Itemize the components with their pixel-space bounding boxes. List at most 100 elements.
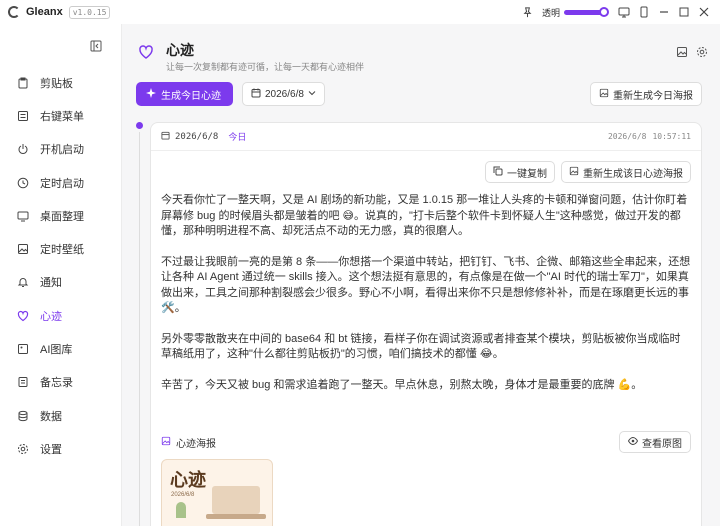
minimize-icon[interactable] (654, 2, 674, 22)
image-icon (569, 166, 579, 179)
sidebar-item-ai-gallery[interactable]: AI图库 (8, 332, 114, 365)
sidebar: 剪贴板 右键菜单 开机启动 定时启动 桌面整理 定时壁纸 通知 心迹 AI图库 … (0, 24, 122, 526)
timeline-dot (136, 122, 143, 129)
regenerate-today-poster-button[interactable]: 重新生成今日海报 (590, 82, 702, 106)
heart-icon (16, 309, 30, 323)
date-select-value: 2026/6/8 (265, 88, 304, 100)
entry-actions: 一键复制 重新生成该日心迹海报 (485, 161, 691, 183)
memo-icon (16, 375, 30, 389)
page-header: 心迹 让每一次复制都有迹可循，让每一天都有心迹相伴 (138, 38, 708, 78)
sidebar-item-label: 剪贴板 (40, 77, 73, 90)
main-panel: 心迹 让每一次复制都有迹可循，让每一天都有心迹相伴 生成今日心迹 2026/6/… (122, 24, 720, 526)
view-original-button[interactable]: 查看原图 (619, 431, 691, 453)
entry-paragraph: 辛苦了，今天又被 bug 和需求追着跑了一整天。早点休息，别熬太晚，身体才是最重… (161, 378, 643, 391)
sidebar-item-memo[interactable]: 备忘录 (8, 366, 114, 399)
sidebar-item-data[interactable]: 数据 (8, 399, 114, 432)
page-subtitle: 让每一次复制都有迹可循，让每一天都有心迹相伴 (166, 62, 365, 72)
entry-card-header: 2026/6/8 今日 2026/6/8 10:57:11 (151, 123, 701, 151)
sidebar-item-label: 定时壁纸 (40, 244, 84, 257)
title-bar: Gleanx v1.0.15 透明 (0, 0, 720, 24)
entry-paragraph: 不过最让我眼前一亮的是第 8 条——你想搭一个渠道中转站，把钉钉、飞书、企微、邮… (161, 255, 691, 315)
generate-today-label: 生成今日心迹 (161, 90, 221, 102)
entry-timestamp-date: 2026/6/8 (607, 132, 647, 141)
copy-all-label: 一键复制 (507, 168, 547, 180)
bell-icon (16, 275, 30, 289)
regenerate-entry-poster-button[interactable]: 重新生成该日心迹海报 (561, 161, 691, 183)
maximize-icon[interactable] (674, 2, 694, 22)
close-icon[interactable] (694, 2, 714, 22)
sidebar-item-label: 定时启动 (40, 177, 84, 190)
view-original-label: 查看原图 (642, 438, 682, 450)
image-icon (16, 242, 30, 256)
chevron-down-icon (308, 89, 316, 100)
app-name: Gleanx (26, 6, 63, 18)
sidebar-item-context-menu[interactable]: 右键菜单 (8, 99, 114, 132)
copy-all-button[interactable]: 一键复制 (485, 161, 555, 183)
entry-date: 2026/6/8 (161, 131, 218, 143)
sidebar-item-scheduled-wallpaper[interactable]: 定时壁纸 (8, 232, 114, 265)
eye-icon (627, 436, 639, 449)
generate-today-button[interactable]: 生成今日心迹 (136, 82, 233, 106)
entry-content: 今天看你忙了一整天啊，又是 AI 剧场的新功能，又是 1.0.15 那一堆让人头… (161, 193, 691, 408)
entry-card: 2026/6/8 今日 2026/6/8 10:57:11 一键复制 重新生成该… (150, 122, 702, 526)
poster-thumbnail[interactable]: 心迹 2026/6/8 (161, 459, 273, 526)
sidebar-item-label: 开机启动 (40, 144, 84, 157)
entry-paragraph: 今天看你忙了一整天啊，又是 AI 剧场的新功能，又是 1.0.15 那一堆让人头… (161, 194, 688, 237)
monitor-icon (16, 209, 30, 223)
sidebar-item-scheduled-start[interactable]: 定时启动 (8, 166, 114, 199)
image-icon (161, 436, 171, 449)
toolbar: 生成今日心迹 2026/6/8 重新生成今日海报 (136, 82, 702, 108)
opacity-slider-knob[interactable] (599, 6, 609, 17)
gear-icon (16, 442, 30, 456)
poster-date: 2026/6/8 (171, 492, 195, 498)
poster-section-label: 心迹海报 (176, 438, 216, 450)
sidebar-item-label: 备忘录 (40, 377, 73, 390)
sidebar-item-label: 设置 (40, 443, 62, 456)
pin-icon[interactable] (518, 2, 538, 22)
sidebar-collapse-icon[interactable] (90, 40, 104, 54)
sidebar-item-label: 心迹 (40, 310, 62, 323)
sidebar-item-label: 桌面整理 (40, 210, 84, 223)
regenerate-today-poster-label: 重新生成今日海报 (613, 90, 693, 102)
page-title: 心迹 (166, 42, 194, 58)
sidebar-item-settings[interactable]: 设置 (8, 432, 114, 465)
sidebar-item-desktop-organize[interactable]: 桌面整理 (8, 199, 114, 232)
timeline-line (139, 132, 140, 526)
sidebar-item-heart-trace[interactable]: 心迹 (8, 299, 114, 332)
poster-section-header: 心迹海报 查看原图 (161, 431, 691, 453)
power-icon (16, 142, 30, 156)
poster-laptop-illustration (206, 486, 266, 519)
poster-title: 心迹 (170, 470, 206, 491)
version-badge: v1.0.15 (68, 5, 111, 19)
clipboard-icon (16, 76, 30, 90)
image-icon[interactable] (676, 46, 688, 61)
opacity-slider[interactable] (564, 6, 609, 17)
poster-plant-illustration (176, 502, 186, 518)
entry-timestamp-time: 10:57:11 (652, 132, 691, 141)
sidebar-item-label: 通知 (40, 277, 62, 290)
header-tools (676, 46, 708, 61)
sidebar-item-notifications[interactable]: 通知 (8, 266, 114, 299)
copy-icon (493, 166, 503, 179)
sidebar-item-startup[interactable]: 开机启动 (8, 133, 114, 166)
clock-icon (16, 176, 30, 190)
sparkle-icon (146, 87, 156, 101)
sidebar-item-clipboard[interactable]: 剪贴板 (8, 66, 114, 99)
image-icon (599, 88, 609, 101)
entry-date-text: 2026/6/8 (175, 131, 219, 142)
regenerate-entry-poster-label: 重新生成该日心迹海报 (583, 168, 683, 180)
sidebar-nav: 剪贴板 右键菜单 开机启动 定时启动 桌面整理 定时壁纸 通知 心迹 AI图库 … (8, 66, 114, 466)
phone-icon[interactable] (634, 2, 654, 22)
monitor-icon[interactable] (614, 2, 634, 22)
entry-paragraph: 另外零零散散夹在中间的 base64 和 bt 链接，看样子你在调试资源或者排查… (161, 332, 681, 361)
heart-icon (138, 44, 154, 63)
title-bar-controls: 透明 (518, 0, 714, 24)
gear-icon[interactable] (696, 46, 708, 61)
calendar-icon (251, 88, 261, 101)
timeline (136, 122, 143, 526)
entry-timestamp: 2026/6/8 10:57:11 (608, 132, 691, 141)
app-logo-icon (8, 6, 20, 18)
context-menu-icon (16, 109, 30, 123)
date-select[interactable]: 2026/6/8 (242, 82, 325, 106)
database-icon (16, 409, 30, 423)
